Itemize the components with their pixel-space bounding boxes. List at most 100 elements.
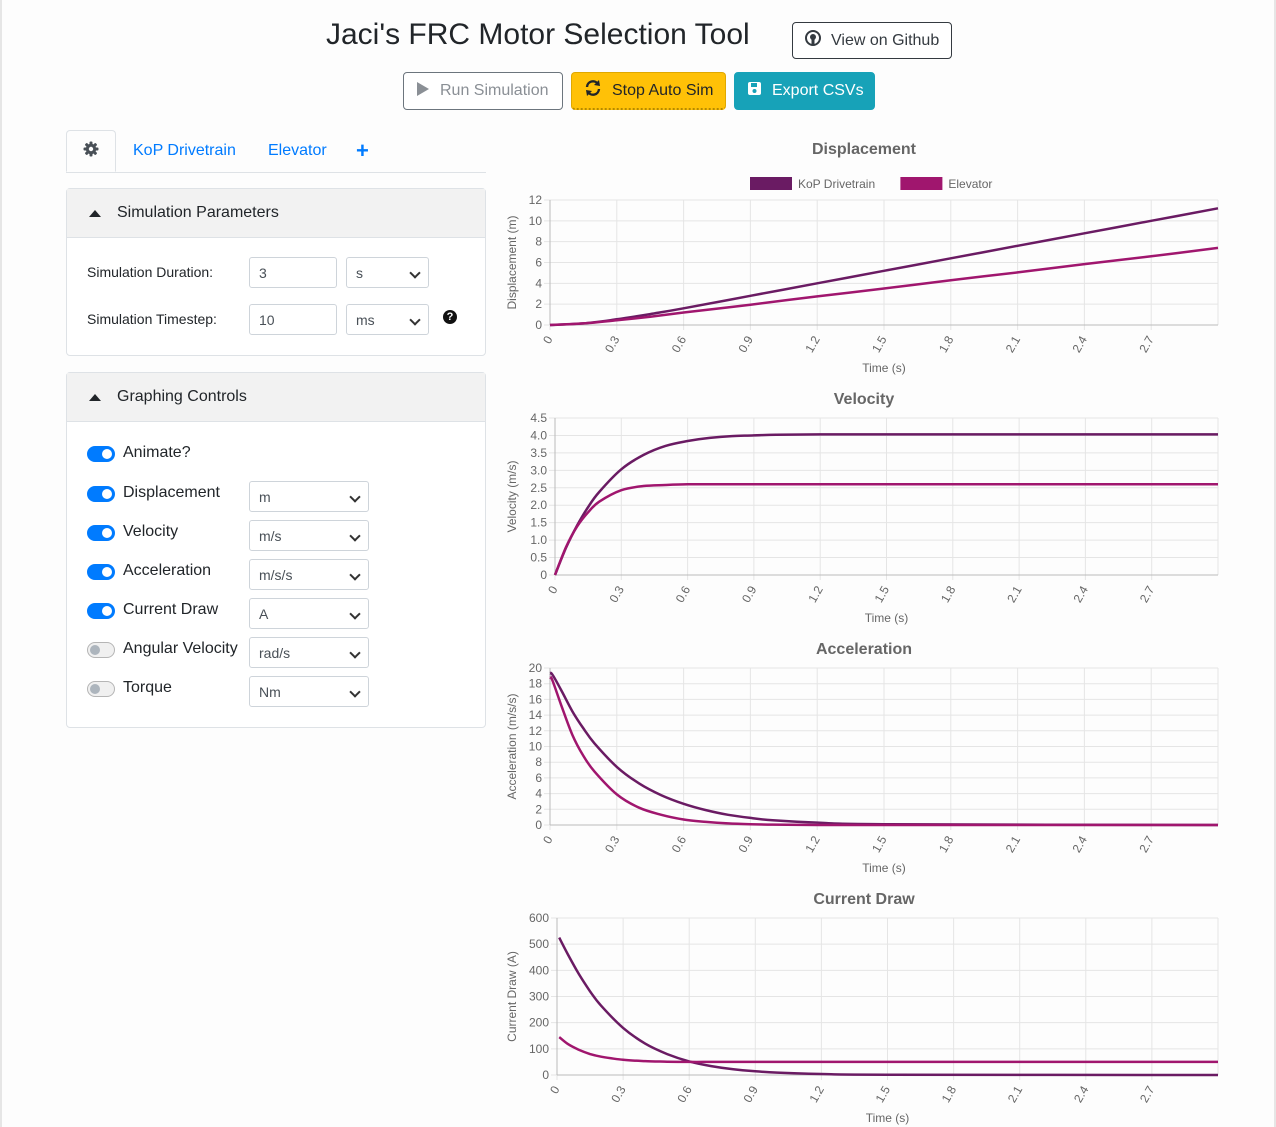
x-tick-label: 0.6 [669, 833, 690, 855]
x-tick-label: 0.6 [669, 333, 690, 355]
angular-velocity-unit-select[interactable]: rad/s [249, 637, 369, 668]
x-tick-label: 2.7 [1137, 583, 1158, 605]
y-tick-label: 4 [535, 276, 542, 290]
x-tick-label: 1.8 [938, 583, 959, 605]
x-tick-label: 0.3 [602, 333, 623, 355]
angular-velocity-label: Angular Velocity [123, 640, 238, 657]
chart-title: Velocity [834, 391, 895, 408]
velocity-toggle[interactable] [87, 525, 115, 541]
x-tick-label: 0 [540, 333, 556, 346]
y-tick-label: 14 [529, 708, 543, 722]
y-tick-label: 300 [529, 990, 549, 1004]
timestep-unit-select[interactable]: ms [346, 304, 429, 335]
current-draw-toggle[interactable] [87, 603, 115, 619]
play-icon [416, 81, 430, 102]
export-csvs-label: Export CSVs [772, 82, 864, 99]
stop-auto-sim-button[interactable]: Stop Auto Sim [571, 72, 726, 110]
current-draw-unit-select[interactable]: A [249, 598, 369, 629]
y-tick-label: 0 [542, 1068, 549, 1082]
acceleration-label: Acceleration [123, 562, 212, 579]
stop-auto-sim-label: Stop Auto Sim [612, 81, 714, 99]
series-line-kop-drivetrain [558, 937, 1219, 1077]
chart-velocity: Velocity 0 0.5 1.0 1.5 2.0 2.5 3.0 3.5 4.0 4.5 0 0.3… [505, 391, 1219, 625]
animate-toggle[interactable] [87, 446, 115, 462]
y-tick-label: 100 [529, 1042, 549, 1056]
add-tab-button[interactable]: + [356, 130, 369, 172]
y-tick-label: 8 [535, 235, 542, 249]
export-csvs-button[interactable]: Export CSVs [734, 72, 875, 110]
displacement-toggle[interactable] [87, 486, 115, 502]
x-tick-label: 0.6 [673, 583, 694, 605]
torque-unit-select[interactable]: Nm [249, 676, 369, 707]
charts-area: DisplacementKoP Drivetrain Elevator024681… [505, 141, 1219, 1125]
tab-kop-drivetrain[interactable]: KoP Drivetrain [133, 130, 236, 172]
sync-icon [584, 79, 602, 102]
x-tick-label: 0.3 [602, 833, 623, 855]
angular-velocity-toggle[interactable] [87, 642, 115, 658]
y-tick-label: 500 [529, 937, 549, 951]
legend-label: KoP Drivetrain [798, 177, 875, 191]
simulation-parameters-title: Simulation Parameters [117, 204, 279, 221]
view-on-github-label: View on Github [831, 31, 940, 49]
y-tick-label: 1.0 [530, 533, 547, 547]
x-tick-label: 2.7 [1136, 333, 1157, 355]
tab-settings[interactable] [66, 130, 116, 172]
duration-input[interactable]: 3 [249, 257, 337, 288]
chart-title: Current Draw [813, 891, 915, 908]
graphing-controls-header[interactable]: Graphing Controls [67, 373, 485, 422]
x-tick-label: 1.5 [873, 1083, 894, 1105]
run-simulation-label: Run Simulation [440, 82, 549, 99]
y-tick-label: 2.0 [530, 498, 547, 512]
y-tick-label: 400 [529, 963, 549, 977]
velocity-label: Velocity [123, 523, 179, 540]
displacement-unit-select[interactable]: m [249, 481, 369, 512]
acceleration-unit-select[interactable]: m/s/s [249, 559, 369, 590]
x-tick-label: 0 [545, 583, 561, 596]
timestep-input[interactable]: 10 [249, 304, 337, 335]
y-tick-label: 12 [529, 193, 543, 207]
x-tick-label: 1.5 [869, 833, 890, 855]
y-axis-label: Acceleration (m/s/s) [505, 693, 519, 799]
chart-acceleration: Acceleration024681012141618200 0.3 0.6 0.9 1… [505, 641, 1219, 875]
x-tick-label: 2.4 [1071, 583, 1092, 605]
y-tick-label: 0 [535, 318, 542, 332]
torque-label: Torque [123, 679, 172, 696]
x-tick-label: 1.2 [807, 1083, 828, 1105]
y-tick-label: 0 [540, 568, 547, 582]
gear-icon [83, 141, 99, 162]
x-tick-label: 1.8 [936, 833, 957, 855]
displacement-label: Displacement [123, 484, 220, 501]
y-tick-label: 6 [535, 256, 542, 270]
y-tick-label: 2.5 [530, 481, 547, 495]
run-simulation-button[interactable]: Run Simulation [403, 72, 563, 110]
velocity-unit-select[interactable]: m/s [249, 520, 369, 551]
y-tick-label: 3.5 [530, 446, 547, 460]
page-edge-left [0, 0, 2, 1127]
simulation-parameters-header[interactable]: Simulation Parameters [67, 189, 485, 238]
x-axis-label: Time (s) [862, 361, 906, 375]
simulation-parameters-card: Simulation Parameters Simulation Duratio… [66, 188, 486, 356]
chart-title: Displacement [812, 141, 917, 158]
y-tick-label: 3.0 [530, 463, 547, 477]
x-tick-label: 1.8 [939, 1083, 960, 1105]
y-tick-label: 0 [535, 818, 542, 832]
acceleration-toggle[interactable] [87, 564, 115, 580]
x-tick-label: 2.4 [1071, 1083, 1092, 1105]
x-tick-label: 1.8 [936, 333, 957, 355]
y-tick-label: 1.5 [530, 516, 547, 530]
y-tick-label: 16 [529, 692, 543, 706]
y-tick-label: 2 [535, 297, 542, 311]
help-icon[interactable]: ? [443, 310, 457, 324]
timestep-label: Simulation Timestep: [87, 311, 217, 327]
tab-elevator[interactable]: Elevator [268, 130, 327, 172]
y-tick-label: 0.5 [530, 551, 547, 565]
x-tick-label: 0.9 [739, 583, 760, 605]
x-tick-label: 0.9 [736, 333, 757, 355]
view-on-github-button[interactable]: View on Github [792, 22, 952, 59]
x-tick-label: 2.7 [1137, 1083, 1158, 1105]
y-tick-label: 6 [535, 771, 542, 785]
duration-unit-select[interactable]: s [346, 257, 429, 288]
torque-toggle[interactable] [87, 681, 115, 697]
x-tick-label: 2.7 [1136, 833, 1157, 855]
x-tick-label: 2.1 [1004, 583, 1025, 605]
